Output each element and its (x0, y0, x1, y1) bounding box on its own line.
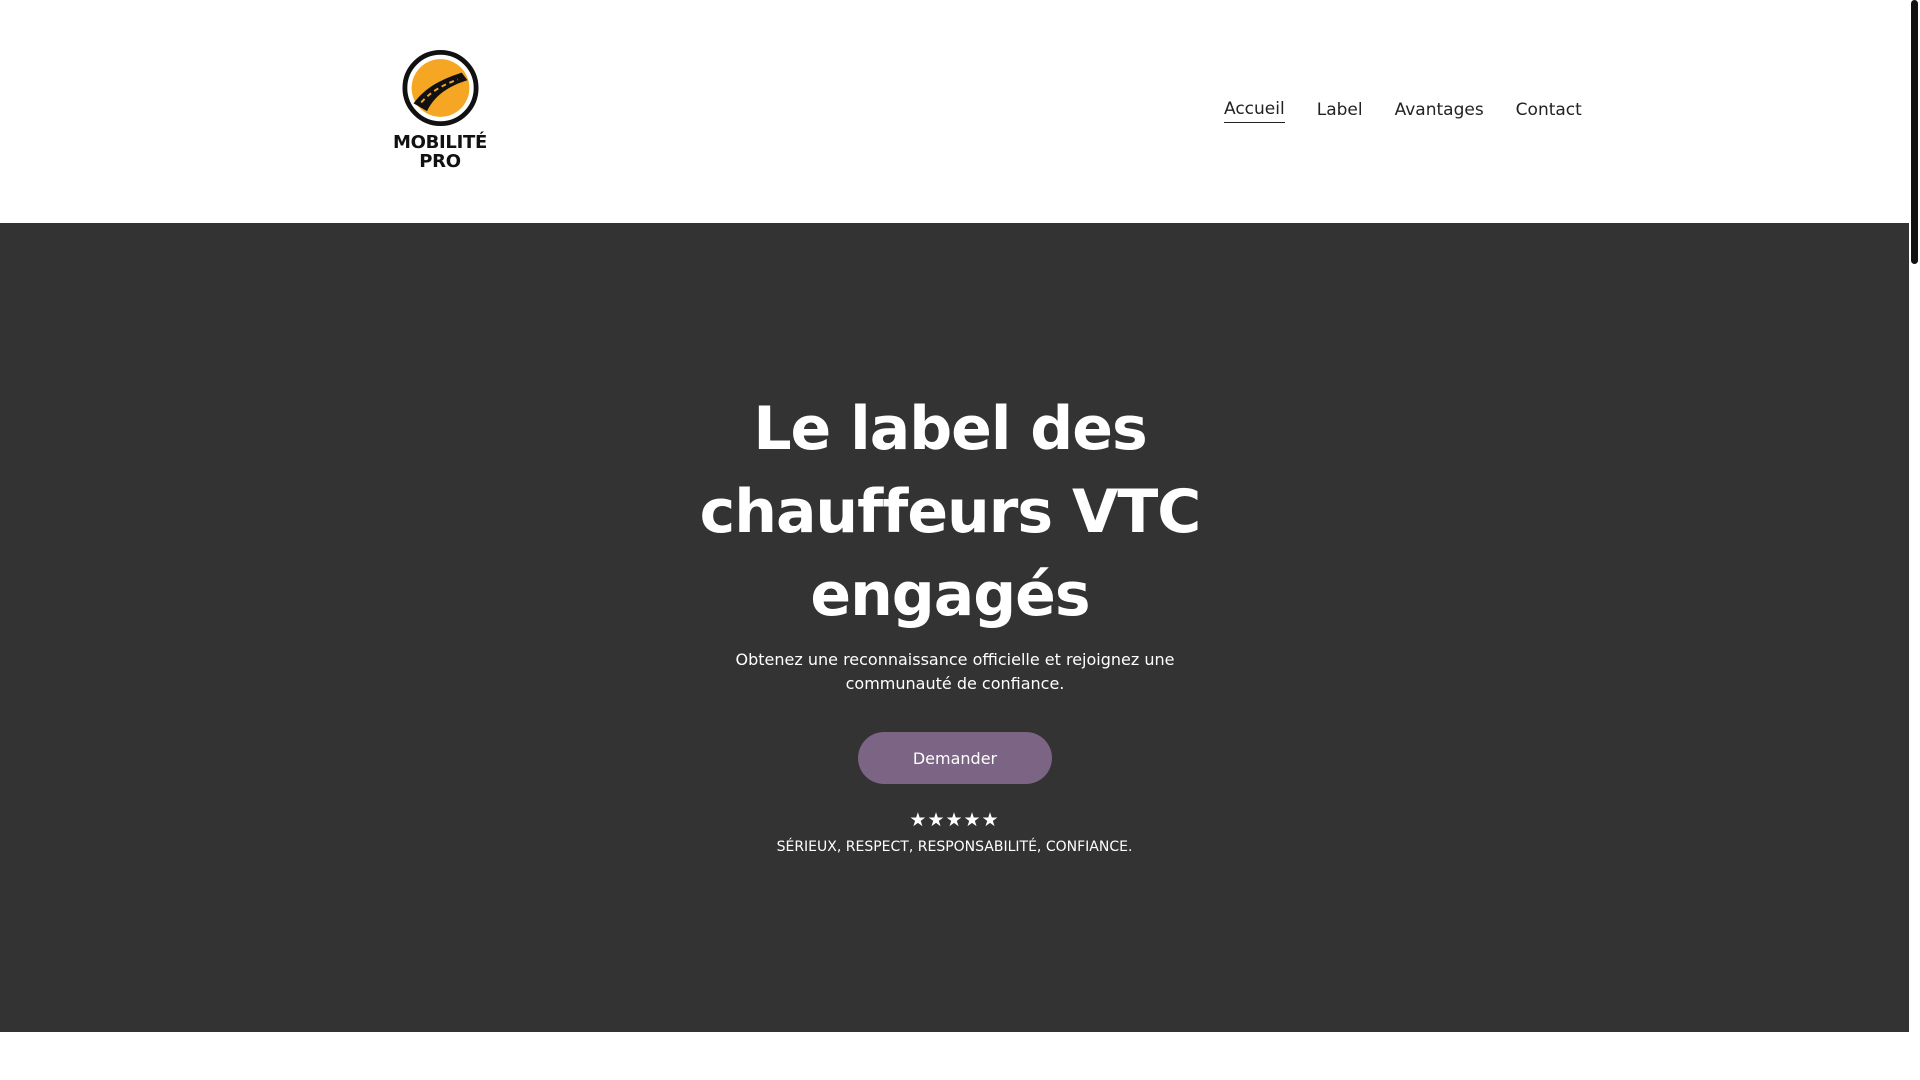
values-tagline: SÉRIEUX, RESPECT, RESPONSABILITÉ, CONFIA… (776, 839, 1133, 855)
page: MOBILITÉ PRO Accueil Label Avantages Con… (0, 0, 1920, 1080)
rating-stars: ★★★★★ (909, 809, 1000, 831)
logo-text-line2: PRO (419, 151, 461, 172)
nav-item-contact[interactable]: Contact (1516, 100, 1582, 123)
logo[interactable]: MOBILITÉ PRO (390, 49, 490, 173)
scrollbar-thumb[interactable] (1911, 0, 1918, 264)
nav-item-avantages[interactable]: Avantages (1395, 100, 1484, 123)
nav-item-accueil[interactable]: Accueil (1224, 99, 1285, 123)
logo-road-icon (402, 49, 479, 127)
hero-section: Le label des chauffeurs VTC engagés Obte… (0, 223, 1909, 1032)
logo-text: MOBILITÉ PRO (390, 133, 490, 171)
nav-item-label[interactable]: Label (1317, 100, 1363, 123)
main-nav: Accueil Label Avantages Contact (1224, 99, 1582, 123)
page-scrollbar[interactable] (1909, 0, 1920, 1080)
logo-text-line1: MOBILITÉ (393, 132, 487, 153)
request-button[interactable]: Demander (858, 732, 1052, 784)
hero-title: Le label des chauffeurs VTC engagés (699, 394, 1202, 630)
site-header: MOBILITÉ PRO Accueil Label Avantages Con… (0, 0, 1909, 223)
hero-subtitle: Obtenez une reconnaissance officielle et… (735, 650, 1175, 693)
